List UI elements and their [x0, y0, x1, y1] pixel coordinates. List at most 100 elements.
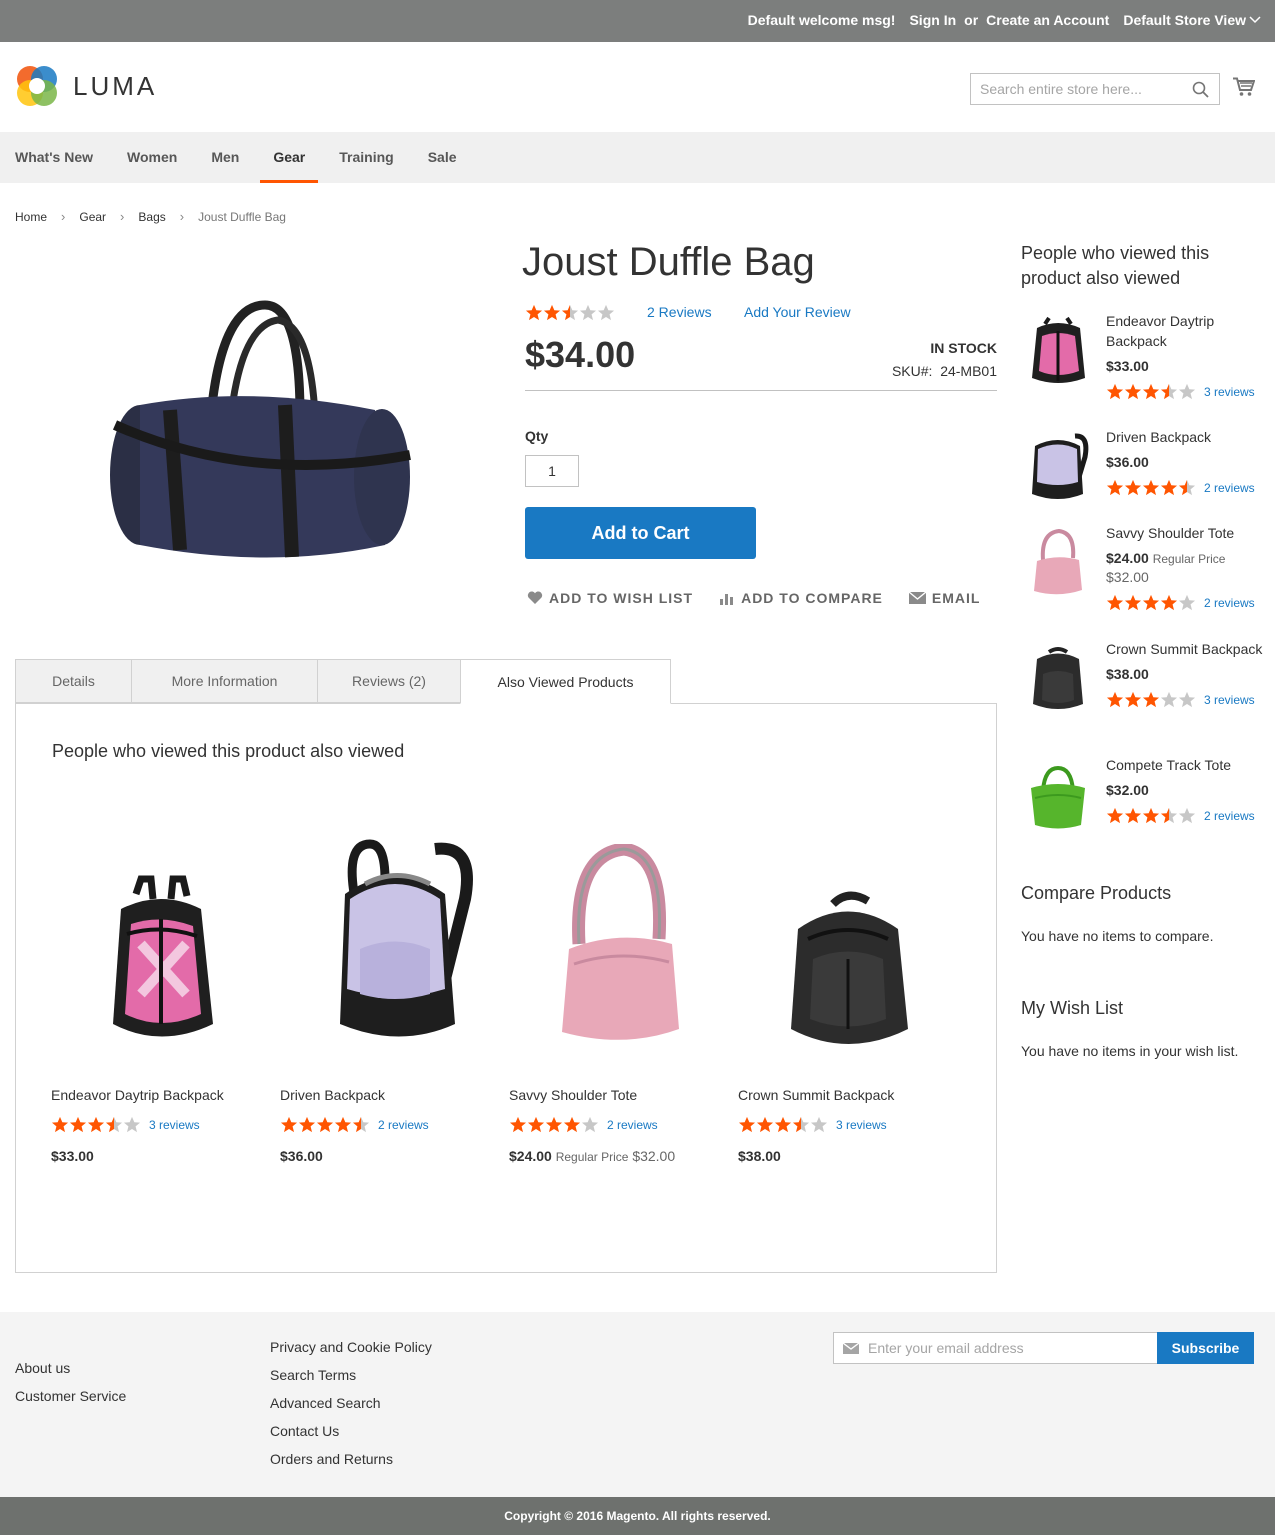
sidebar-product-name[interactable]: Crown Summit Backpack — [1106, 639, 1266, 659]
product-tabs: Details More Information Reviews (2) Als… — [15, 659, 671, 704]
footer-link-customer-service[interactable]: Customer Service — [15, 1382, 126, 1410]
star-icon — [1106, 691, 1124, 708]
sku-label: SKU#: — [891, 363, 933, 379]
nav-item-gear[interactable]: Gear — [260, 132, 319, 183]
nav-item-men[interactable]: Men — [211, 132, 239, 183]
footer-link-advanced-search[interactable]: Advanced Search — [270, 1389, 432, 1417]
nav-item-whats-new[interactable]: What's New — [15, 132, 93, 183]
reviews-count-link[interactable]: 2 reviews — [1204, 481, 1255, 495]
price-value: $38.00 — [738, 1148, 781, 1164]
product-card-image-link[interactable] — [280, 814, 500, 1054]
sidebar-product-name[interactable]: Driven Backpack — [1106, 427, 1266, 447]
product-card: Crown Summit Backpack 3 reviews $38.00 — [738, 814, 958, 1164]
add-to-wishlist-link[interactable]: ADD TO WISH LIST — [527, 590, 693, 606]
product-card-name[interactable]: Crown Summit Backpack — [738, 1087, 958, 1105]
qty-input[interactable] — [525, 455, 579, 487]
footer-link-about[interactable]: About us — [15, 1354, 126, 1382]
reviews-count-link[interactable]: 2 reviews — [607, 1118, 658, 1132]
footer-link-contact[interactable]: Contact Us — [270, 1417, 432, 1445]
green-tote-thumbnail[interactable] — [1025, 760, 1091, 830]
newsletter-email-input[interactable] — [868, 1333, 1153, 1363]
star-icon — [810, 1116, 828, 1133]
sign-in-link[interactable]: Sign In — [909, 12, 956, 28]
sidebar-product-price: $38.00 — [1106, 666, 1149, 682]
star-icon — [1124, 479, 1142, 496]
tab-also-viewed[interactable]: Also Viewed Products — [460, 659, 671, 704]
star-icon — [1178, 807, 1196, 824]
product-card-name[interactable]: Endeavor Daytrip Backpack — [51, 1087, 271, 1105]
tab-details[interactable]: Details — [15, 659, 132, 703]
cart-icon[interactable] — [1233, 77, 1255, 97]
tab-more-information[interactable]: More Information — [131, 659, 318, 703]
reviews-count-link[interactable]: 2 reviews — [1204, 596, 1255, 610]
rating-stars — [509, 1116, 599, 1133]
store-switcher[interactable]: Default Store View — [1123, 12, 1261, 28]
reviews-count-link[interactable]: 3 reviews — [1204, 693, 1255, 707]
top-bar: Default welcome msg! Sign In or Create a… — [0, 0, 1275, 42]
star-icon — [123, 1116, 141, 1133]
breadcrumb: Home › Gear › Bags › Joust Duffle Bag — [15, 209, 286, 224]
reviews-count-link[interactable]: 2 reviews — [378, 1118, 429, 1132]
star-icon — [1142, 383, 1160, 400]
product-main-image[interactable] — [100, 295, 420, 585]
star-icon — [1106, 807, 1124, 824]
breadcrumb-gear[interactable]: Gear — [79, 210, 106, 224]
rating-stars — [1106, 807, 1196, 824]
star-icon — [1178, 594, 1196, 611]
reviews-count-link[interactable]: 2 reviews — [1204, 809, 1255, 823]
subscribe-button[interactable]: Subscribe — [1157, 1332, 1254, 1364]
nav-item-women[interactable]: Women — [127, 132, 177, 183]
search-input[interactable] — [971, 74, 1181, 104]
breadcrumb-home[interactable]: Home — [15, 210, 47, 224]
black-backpack-thumbnail[interactable] — [1025, 644, 1091, 714]
product-card-rating: 2 reviews — [509, 1116, 729, 1133]
product-card-name[interactable]: Savvy Shoulder Tote — [509, 1087, 729, 1105]
reviews-count-link[interactable]: 3 reviews — [836, 1118, 887, 1132]
sidebar-product-name[interactable]: Compete Track Tote — [1106, 755, 1266, 775]
create-account-link[interactable]: Create an Account — [986, 12, 1109, 28]
pink-backpack-thumbnail[interactable] — [1025, 316, 1091, 386]
footer-link-search-terms[interactable]: Search Terms — [270, 1361, 432, 1389]
nav-item-training[interactable]: Training — [339, 132, 393, 183]
logo-text: LUMA — [73, 70, 158, 101]
pink-tote-thumbnail[interactable] — [1025, 528, 1091, 598]
email-label: EMAIL — [931, 590, 981, 606]
add-to-compare-label: ADD TO COMPARE — [741, 590, 883, 606]
search-icon[interactable] — [1192, 81, 1209, 98]
envelope-icon — [843, 1343, 859, 1354]
reviews-count-link[interactable]: 3 reviews — [1204, 385, 1255, 399]
product-card-image-link[interactable] — [509, 814, 729, 1054]
star-icon — [1142, 807, 1160, 824]
product-card-rating: 3 reviews — [51, 1116, 271, 1133]
product-card-image-link[interactable] — [738, 814, 958, 1054]
footer-link-orders-returns[interactable]: Orders and Returns — [270, 1445, 432, 1473]
regular-price-value: $32.00 — [1106, 569, 1149, 585]
footer-link-privacy[interactable]: Privacy and Cookie Policy — [270, 1333, 432, 1361]
rating-stars — [738, 1116, 828, 1133]
tab-reviews[interactable]: Reviews (2) — [317, 659, 461, 703]
add-to-cart-button[interactable]: Add to Cart — [525, 507, 756, 559]
add-review-link[interactable]: Add Your Review — [744, 304, 851, 320]
luma-logo[interactable]: LUMA — [15, 64, 157, 108]
footer-links-column: Privacy and Cookie Policy Search Terms A… — [270, 1333, 432, 1473]
luma-logo-icon — [17, 66, 57, 106]
stock-status: IN STOCK — [930, 340, 997, 356]
star-icon — [738, 1116, 756, 1133]
sidebar-product-rating: 3 reviews — [1106, 383, 1266, 400]
sidebar-product-name[interactable]: Endeavor Daytrip Backpack — [1106, 311, 1266, 351]
reviews-count-link[interactable]: 3 reviews — [149, 1118, 200, 1132]
lavender-backpack-thumbnail[interactable] — [1025, 432, 1091, 502]
sku-value: 24-MB01 — [940, 363, 997, 379]
product-card-image-link[interactable] — [51, 814, 271, 1054]
email-link[interactable]: EMAIL — [908, 590, 981, 606]
reviews-link[interactable]: 2 Reviews — [647, 304, 712, 320]
add-to-compare-link[interactable]: ADD TO COMPARE — [719, 590, 883, 606]
chevron-right-icon: › — [120, 209, 125, 224]
star-icon — [334, 1116, 352, 1133]
star-icon — [1124, 383, 1142, 400]
sidebar-product-name[interactable]: Savvy Shoulder Tote — [1106, 523, 1266, 543]
sidebar-product-rating: 2 reviews — [1106, 594, 1266, 611]
product-card-name[interactable]: Driven Backpack — [280, 1087, 500, 1105]
nav-item-sale[interactable]: Sale — [428, 132, 457, 183]
breadcrumb-bags[interactable]: Bags — [138, 210, 165, 224]
